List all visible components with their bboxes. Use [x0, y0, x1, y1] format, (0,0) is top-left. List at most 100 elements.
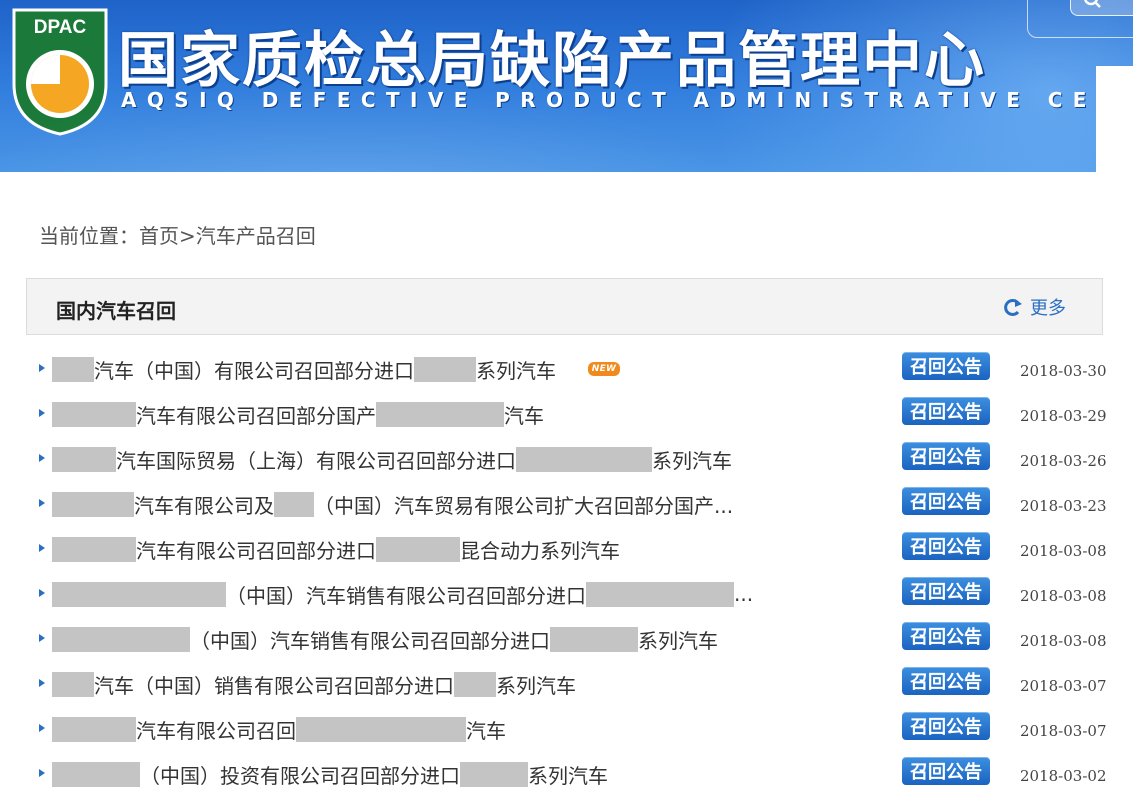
recall-notice-button[interactable]: 召回公告 [902, 532, 990, 560]
recall-title-text: 系列汽车 [638, 628, 718, 653]
more-link[interactable]: 更多 [1002, 295, 1066, 319]
recall-notice-button[interactable]: 召回公告 [902, 667, 990, 695]
recall-title-text: 汽车有限公司及 [134, 493, 274, 518]
breadcrumb-separator: > [179, 224, 196, 248]
redacted-text [52, 671, 94, 697]
recall-date: 2018-03-08 [1020, 587, 1107, 605]
recall-notice-button[interactable]: 召回公告 [902, 352, 990, 380]
recall-title-text: 汽车 [466, 718, 506, 743]
list-item: 汽车有限公司召回 汽车 召回公告 2018-03-07 [0, 710, 1133, 755]
section-title: 国内汽车召回 [56, 299, 176, 323]
redacted-text [52, 491, 134, 517]
recall-date: 2018-03-23 [1020, 497, 1107, 515]
bullet-arrow-icon [39, 634, 45, 642]
recall-title-link[interactable]: 汽车有限公司及 （中国）汽车贸易有限公司扩大召回部分国产... [52, 489, 733, 519]
header-banner: DPAC 国家质检总局缺陷产品管理中心 AQSIQ DEFECTIVE PROD… [0, 0, 1133, 172]
list-item: （中国）汽车销售有限公司召回部分进口 ... 召回公告 2018-03-08 [0, 575, 1133, 620]
redacted-text [414, 356, 476, 382]
recall-notice-button[interactable]: 召回公告 [902, 442, 990, 470]
header-side-panel [1096, 66, 1133, 172]
redacted-text [460, 761, 528, 787]
logo-text: DPAC [34, 17, 87, 38]
breadcrumb-current-link[interactable]: 汽车产品召回 [196, 224, 316, 248]
redacted-text [376, 536, 460, 562]
recall-title-link[interactable]: 汽车有限公司召回部分国产 汽车 [52, 399, 544, 429]
recall-title-text: 汽车 [504, 403, 544, 428]
redacted-text [52, 401, 136, 427]
list-item: 汽车（中国）有限公司召回部分进口 系列汽车 NEW 召回公告 2018-03-30 [0, 350, 1133, 395]
list-item: 汽车有限公司召回部分进口 昆合动力系列汽车 召回公告 2018-03-08 [0, 530, 1133, 575]
recall-title-link[interactable]: 汽车（中国）销售有限公司召回部分进口 系列汽车 [52, 669, 576, 699]
breadcrumb-home-link[interactable]: 首页 [139, 224, 179, 248]
redacted-text [296, 716, 466, 742]
recall-title-link[interactable]: 汽车（中国）有限公司召回部分进口 系列汽车 NEW [52, 354, 620, 384]
refresh-arrow-icon [1004, 299, 1022, 316]
recall-notice-button[interactable]: 召回公告 [902, 397, 990, 425]
recall-title-link[interactable]: （中国）汽车销售有限公司召回部分进口 ... [52, 579, 753, 609]
list-item: 汽车有限公司及 （中国）汽车贸易有限公司扩大召回部分国产... 召回公告 2018-0… [0, 485, 1133, 530]
bullet-arrow-icon [39, 724, 45, 732]
site-title: 国家质检总局缺陷产品管理中心 [118, 26, 986, 96]
bullet-arrow-icon [39, 499, 45, 507]
recall-title-link[interactable]: （中国）汽车销售有限公司召回部分进口 系列汽车 [52, 624, 718, 654]
more-label: 更多 [1030, 298, 1066, 319]
bullet-arrow-icon [39, 589, 45, 597]
bullet-arrow-icon [39, 544, 45, 552]
recall-title-link[interactable]: 汽车有限公司召回部分进口 昆合动力系列汽车 [52, 534, 620, 564]
recall-title-text: ... [734, 582, 754, 606]
bullet-arrow-icon [39, 409, 45, 417]
recall-date: 2018-03-26 [1020, 452, 1107, 470]
bullet-arrow-icon [39, 769, 45, 777]
recall-title-text: 系列汽车 [476, 358, 556, 383]
redacted-text [52, 536, 136, 562]
recall-title-text: 汽车有限公司召回部分国产 [136, 403, 376, 428]
breadcrumb-prefix: 当前位置： [39, 224, 139, 248]
recall-date: 2018-03-02 [1020, 767, 1107, 785]
recall-title-text: 汽车（中国）销售有限公司召回部分进口 [94, 673, 454, 698]
recall-date: 2018-03-08 [1020, 632, 1107, 650]
recall-date: 2018-03-29 [1020, 407, 1107, 425]
redacted-text [52, 446, 116, 472]
recall-title-text: 系列汽车 [528, 763, 608, 788]
recall-notice-button[interactable]: 召回公告 [902, 487, 990, 515]
recall-title-text: （中国）汽车销售有限公司召回部分进口 [190, 628, 550, 653]
list-item: 汽车（中国）销售有限公司召回部分进口 系列汽车 召回公告 2018-03-07 [0, 665, 1133, 710]
redacted-text [586, 581, 734, 607]
redacted-text [52, 761, 140, 787]
recall-title-link[interactable]: （中国）投资有限公司召回部分进口 系列汽车 [52, 759, 608, 789]
recall-notice-button[interactable]: 召回公告 [902, 622, 990, 650]
recall-date: 2018-03-08 [1020, 542, 1107, 560]
recall-date: 2018-03-07 [1020, 722, 1107, 740]
recall-title-text: 汽车（中国）有限公司召回部分进口 [94, 358, 414, 383]
recall-title-text: （中国）汽车贸易有限公司扩大召回部分国产... [314, 493, 734, 518]
recall-title-text: 昆合动力系列汽车 [460, 538, 620, 563]
list-item: 汽车有限公司召回部分国产 汽车 召回公告 2018-03-29 [0, 395, 1133, 440]
search-icon[interactable] [1078, 0, 1108, 12]
site-subtitle: AQSIQ DEFECTIVE PRODUCT ADMINISTRATIVE C… [121, 88, 1133, 112]
recall-title-link[interactable]: 汽车国际贸易（上海）有限公司召回部分进口 系列汽车 [52, 444, 732, 474]
recall-notice-button[interactable]: 召回公告 [902, 577, 990, 605]
recall-title-link[interactable]: 汽车有限公司召回 汽车 [52, 714, 506, 744]
recall-title-text: 系列汽车 [652, 448, 732, 473]
list-item: （中国）投资有限公司召回部分进口 系列汽车 召回公告 2018-03-02 [0, 755, 1133, 800]
recall-title-text: 系列汽车 [496, 673, 576, 698]
redacted-text [274, 491, 314, 517]
redacted-text [516, 446, 652, 472]
bullet-arrow-icon [39, 364, 45, 372]
redacted-text [376, 401, 504, 427]
recall-title-text: （中国）投资有限公司召回部分进口 [140, 763, 460, 788]
dpac-logo[interactable]: DPAC [10, 6, 110, 136]
recall-title-text: 汽车有限公司召回部分进口 [136, 538, 376, 563]
redacted-text [454, 671, 496, 697]
section-header: 国内汽车召回 更多 [26, 278, 1103, 335]
recall-notice-button[interactable]: 召回公告 [902, 712, 990, 740]
redacted-text [52, 581, 226, 607]
redacted-text [52, 716, 136, 742]
recall-date: 2018-03-07 [1020, 677, 1107, 695]
recall-title-text: 汽车国际贸易（上海）有限公司召回部分进口 [116, 448, 516, 473]
redacted-text [550, 626, 638, 652]
redacted-text [52, 356, 94, 382]
redacted-text [52, 626, 190, 652]
bullet-arrow-icon [39, 679, 45, 687]
recall-notice-button[interactable]: 召回公告 [902, 757, 990, 785]
